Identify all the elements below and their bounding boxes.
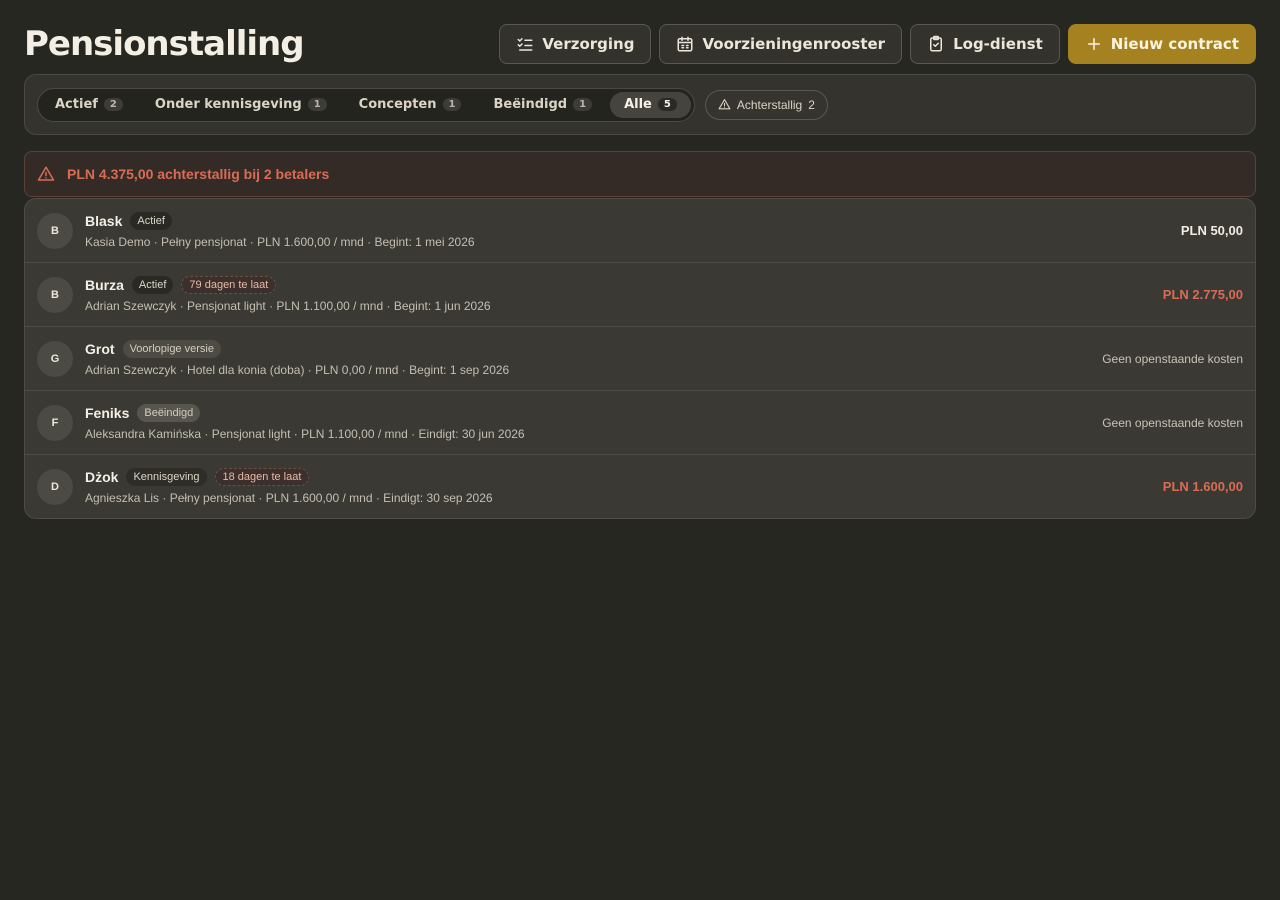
tab-count: 2 xyxy=(103,98,123,111)
tab-count: 1 xyxy=(442,98,462,111)
log-duty-button-label: Log-dienst xyxy=(953,35,1043,53)
outstanding-amount: Geen openstaande kosten xyxy=(1102,415,1243,430)
contract-list: B Blask Actief Kasia Demo · Pełny pensjo… xyxy=(24,198,1256,519)
avatar: G xyxy=(37,340,73,377)
horse-name: Blask xyxy=(85,213,123,229)
status-tabs: Actief 2 Onder kennisgeving 1 Concepten … xyxy=(37,87,695,122)
schedule-button-label: Voorzieningenrooster xyxy=(702,35,886,53)
page-title: Pensionstalling xyxy=(24,24,305,64)
overdue-alert: PLN 4.375,00 achterstallig bij 2 betaler… xyxy=(24,151,1256,197)
contract-heading: Dżok Kennisgeving 18 dagen te laat xyxy=(85,468,1163,486)
tab-active[interactable]: Actief 2 xyxy=(41,92,137,118)
contract-row[interactable]: D Dżok Kennisgeving 18 dagen te laat Agn… xyxy=(25,455,1255,518)
care-button-label: Verzorging xyxy=(542,35,635,53)
contract-row[interactable]: G Grot Voorlopige versie Adrian Szewczyk… xyxy=(25,327,1255,391)
page-header: Pensionstalling Verzorging Voorzieningen… xyxy=(24,22,1256,66)
contract-heading: Blask Actief xyxy=(85,212,1181,230)
contract-details: Kasia Demo · Pełny pensjonat · PLN 1.600… xyxy=(85,235,475,249)
header-actions: Verzorging Voorzieningenrooster Log-dien… xyxy=(499,24,1256,64)
horse-name: Dżok xyxy=(85,469,119,485)
calendar-icon xyxy=(677,36,693,52)
new-contract-button-label: Nieuw contract xyxy=(1110,35,1239,53)
overdue-badge: 79 dagen te laat xyxy=(181,276,277,294)
schedule-button[interactable]: Voorzieningenrooster xyxy=(659,24,903,64)
contract-row[interactable]: F Feniks Beëindigd Aleksandra Kamińska ·… xyxy=(25,391,1255,455)
clipboard-check-icon xyxy=(930,35,943,52)
outstanding-amount: Geen openstaande kosten xyxy=(1102,351,1243,366)
contract-row[interactable]: B Blask Actief Kasia Demo · Pełny pensjo… xyxy=(25,199,1255,263)
tab-all[interactable]: Alle 5 xyxy=(610,91,691,118)
tab-count: 5 xyxy=(657,98,677,111)
tab-ended[interactable]: Beëindigd 1 xyxy=(479,92,606,118)
tab-under-notice[interactable]: Onder kennisgeving 1 xyxy=(141,92,341,118)
new-contract-button[interactable]: Nieuw contract xyxy=(1067,24,1256,64)
outstanding-amount: PLN 50,00 xyxy=(1180,223,1243,238)
horse-name: Feniks xyxy=(85,405,130,421)
tab-label: Onder kennisgeving xyxy=(154,97,302,112)
avatar: B xyxy=(37,212,73,249)
contract-info: Feniks Beëindigd Aleksandra Kamińska · P… xyxy=(85,404,1102,441)
outstanding-amount: PLN 1.600,00 xyxy=(1162,479,1243,494)
checklist-icon xyxy=(517,38,533,51)
tab-label: Alle xyxy=(624,97,652,112)
log-duty-button[interactable]: Log-dienst xyxy=(910,24,1060,64)
contract-details: Adrian Szewczyk · Hotel dla konia (doba)… xyxy=(85,363,510,377)
contract-row[interactable]: B Burza Actief 79 dagen te laat Adrian S… xyxy=(25,263,1255,327)
overdue-chip-label: Achterstallig xyxy=(736,97,803,112)
contract-details: Agnieszka Lis · Pełny pensjonat · PLN 1.… xyxy=(85,491,493,505)
status-badge: Beëindigd xyxy=(137,404,201,422)
tab-drafts[interactable]: Concepten 1 xyxy=(345,92,476,118)
care-button[interactable]: Verzorging xyxy=(499,24,652,64)
contract-details: Aleksandra Kamińska · Pensjonat light · … xyxy=(85,427,525,441)
status-badge: Voorlopige versie xyxy=(122,340,221,358)
overdue-filter-chip[interactable]: Achterstallig 2 xyxy=(704,89,828,120)
outstanding-amount: PLN 2.775,00 xyxy=(1162,287,1243,302)
plus-icon xyxy=(1087,38,1100,50)
contract-info: Blask Actief Kasia Demo · Pełny pensjona… xyxy=(85,212,1181,249)
overdue-chip-count: 2 xyxy=(808,97,815,112)
boarding-page: Pensionstalling Verzorging Voorzieningen… xyxy=(0,0,1280,900)
horse-name: Burza xyxy=(85,277,124,293)
contract-details: Adrian Szewczyk · Pensjonat light · PLN … xyxy=(85,299,491,313)
alert-text: PLN 4.375,00 achterstallig bij 2 betaler… xyxy=(67,166,330,182)
contract-heading: Feniks Beëindigd xyxy=(85,404,1102,422)
contract-heading: Burza Actief 79 dagen te laat xyxy=(85,276,1163,294)
status-badge: Kennisgeving xyxy=(126,468,207,486)
tab-label: Actief xyxy=(55,97,98,112)
warning-icon xyxy=(37,166,55,181)
contract-heading: Grot Voorlopige versie xyxy=(85,340,1102,358)
avatar: F xyxy=(37,404,73,441)
contract-info: Dżok Kennisgeving 18 dagen te laat Agnie… xyxy=(85,468,1163,505)
tab-count: 1 xyxy=(307,98,327,111)
tab-count: 1 xyxy=(573,98,593,111)
tab-label: Concepten xyxy=(358,97,437,112)
tab-label: Beëindigd xyxy=(493,97,568,112)
avatar: D xyxy=(37,468,73,505)
filter-bar: Actief 2 Onder kennisgeving 1 Concepten … xyxy=(24,74,1256,135)
horse-name: Grot xyxy=(85,341,115,357)
warning-icon xyxy=(718,99,731,110)
avatar: B xyxy=(37,276,73,313)
contract-info: Burza Actief 79 dagen te laat Adrian Sze… xyxy=(85,276,1163,313)
contract-info: Grot Voorlopige versie Adrian Szewczyk ·… xyxy=(85,340,1102,377)
status-badge: Actief xyxy=(130,212,172,230)
status-badge: Actief xyxy=(131,276,174,294)
overdue-badge: 18 dagen te laat xyxy=(214,468,310,486)
